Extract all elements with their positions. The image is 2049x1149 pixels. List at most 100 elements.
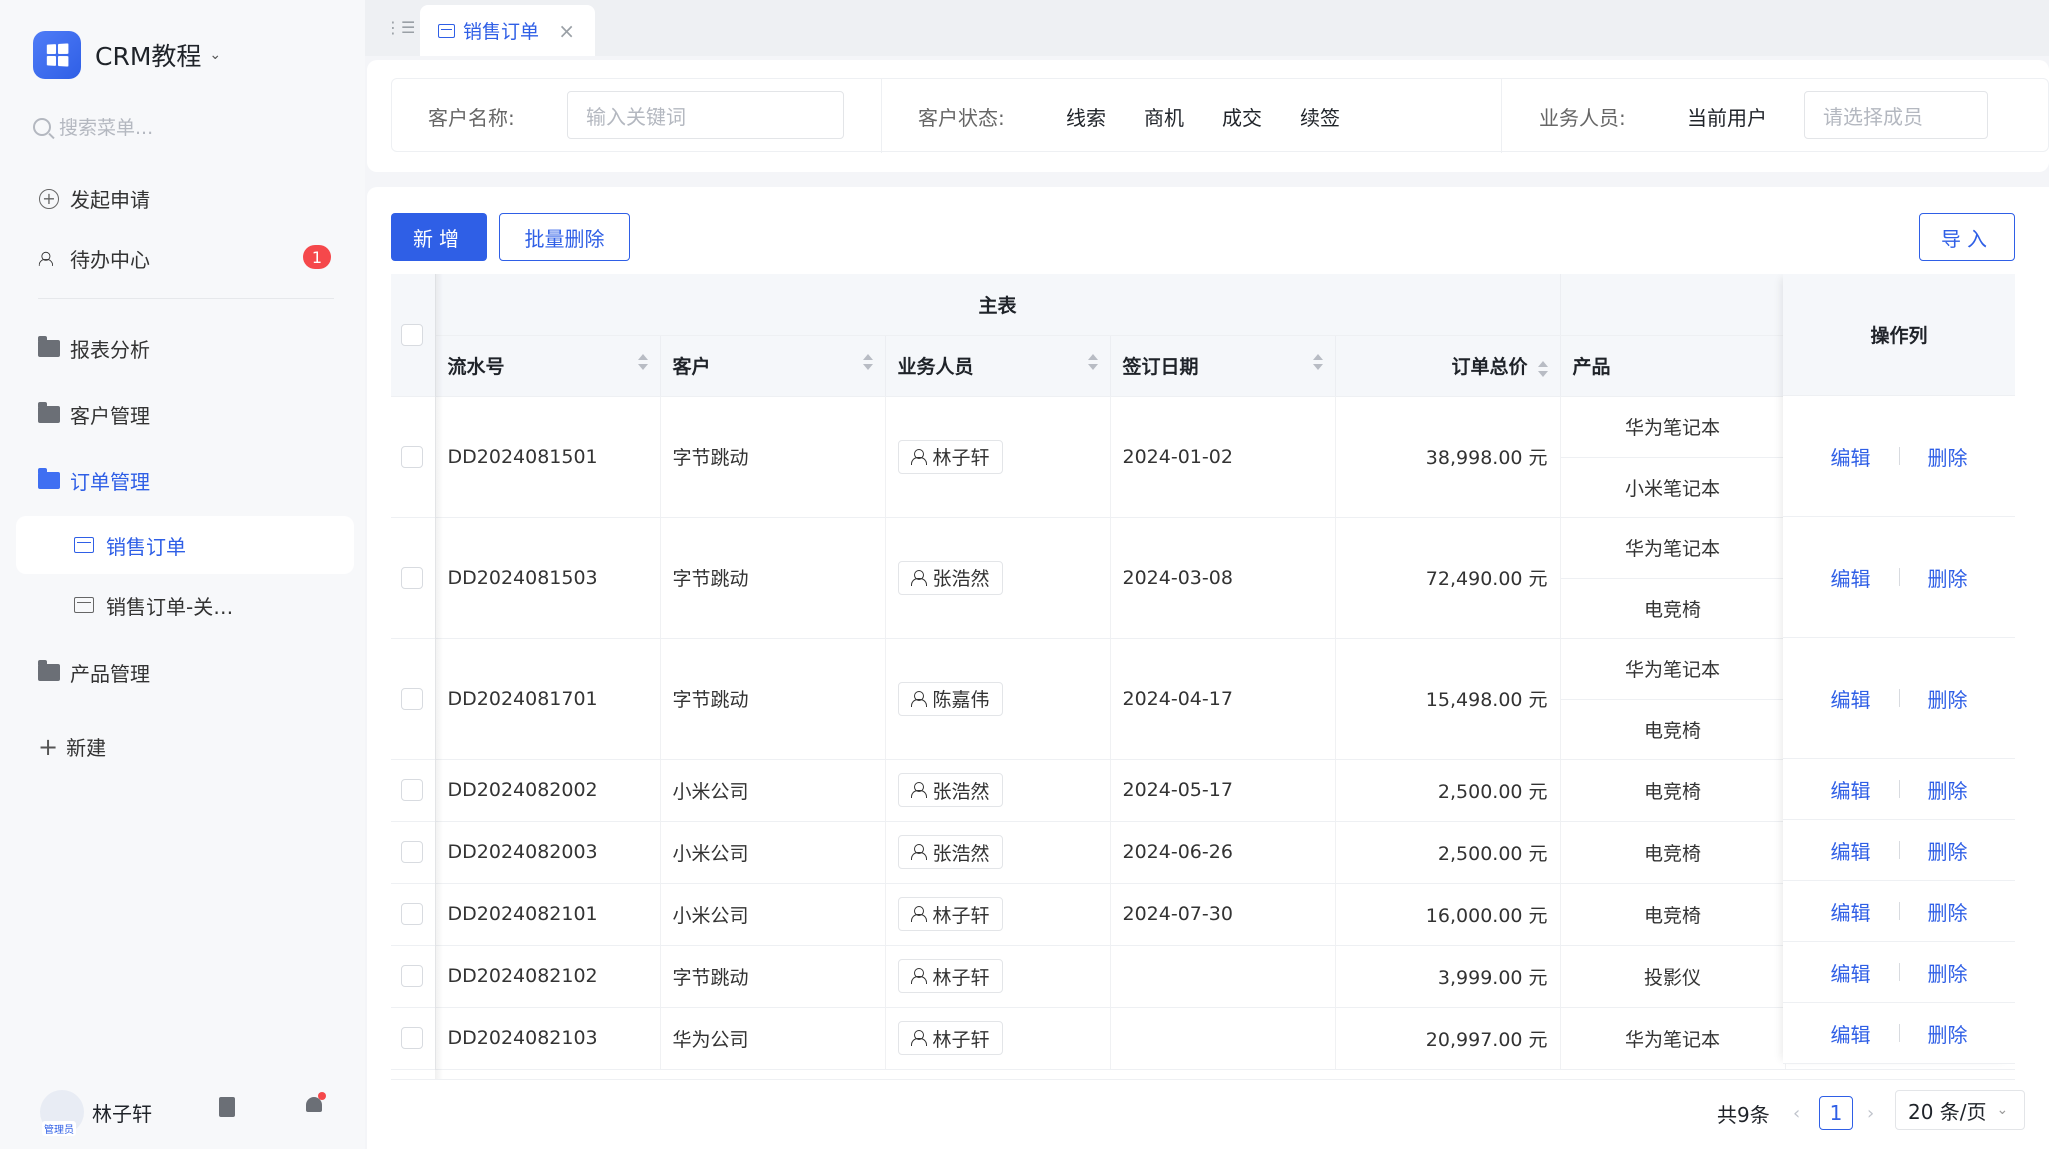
column-header-date[interactable]: 签订日期 xyxy=(1110,335,1336,397)
edit-link[interactable]: 编辑 xyxy=(1831,1019,1871,1048)
delete-link[interactable]: 删除 xyxy=(1928,442,1968,471)
sidebar-item-todo[interactable]: 待办中心 xyxy=(38,244,150,273)
row-checkbox[interactable] xyxy=(401,566,423,589)
delete-link[interactable]: 删除 xyxy=(1928,1019,1968,1048)
row-checkbox[interactable] xyxy=(401,687,423,710)
status-option-deal[interactable]: 成交 xyxy=(1222,79,1262,153)
sales-user-chip[interactable]: 林子轩 xyxy=(897,439,1003,474)
import-button[interactable]: 导入 xyxy=(1919,213,2015,261)
row-checkbox[interactable] xyxy=(401,965,423,988)
product-cell-value: 小米笔记本 xyxy=(1560,456,1785,517)
row-checkbox[interactable] xyxy=(401,1027,423,1050)
edit-link[interactable]: 编辑 xyxy=(1831,836,1871,865)
row-checkbox[interactable] xyxy=(401,445,423,468)
select-all-checkbox[interactable] xyxy=(401,324,423,346)
sales-user-chip[interactable]: 林子轩 xyxy=(897,897,1003,931)
delete-link[interactable]: 删除 xyxy=(1928,775,1968,804)
row-select-cell xyxy=(391,945,436,1008)
plus-icon: + xyxy=(38,732,59,761)
sidebar-item-sales-orders[interactable]: 销售订单 xyxy=(16,516,354,574)
product-cell-value: 华为笔记本 xyxy=(1625,538,1721,560)
edit-link[interactable]: 编辑 xyxy=(1831,442,1871,471)
bell-icon[interactable] xyxy=(304,1092,326,1117)
sort-icon[interactable] xyxy=(1312,354,1323,370)
sales-member-placeholder: 请选择成员 xyxy=(1823,104,1923,129)
delete-link[interactable]: 删除 xyxy=(1928,563,1968,592)
edit-link[interactable]: 编辑 xyxy=(1831,563,1871,592)
sales-member-select[interactable]: 请选择成员 xyxy=(1804,91,1988,139)
row-actions: 编辑 删除 xyxy=(1783,942,2015,1003)
status-option-opportunity[interactable]: 商机 xyxy=(1144,79,1184,153)
order-id-cell: DD2024082103 xyxy=(435,1007,661,1070)
order-id-cell: DD2024082102 xyxy=(435,945,661,1008)
row-select-cell xyxy=(391,821,436,884)
edit-link[interactable]: 编辑 xyxy=(1831,684,1871,713)
delete-link[interactable]: 删除 xyxy=(1928,836,1968,865)
product-cell: 电竞椅 xyxy=(1560,821,1786,884)
book-icon[interactable] xyxy=(219,1097,235,1117)
edit-link[interactable]: 编辑 xyxy=(1831,775,1871,804)
sales-user-chip[interactable]: 张浩然 xyxy=(897,560,1003,595)
sort-icon[interactable] xyxy=(637,354,648,370)
sidebar-item-label: 发起申请 xyxy=(70,188,150,212)
edit-link[interactable]: 编辑 xyxy=(1831,958,1871,987)
sidebar-item-apply[interactable]: + 发起申请 xyxy=(38,184,150,213)
card-icon xyxy=(74,597,94,613)
app-switcher[interactable]: CRM教程 ⌄ xyxy=(33,31,221,79)
date-cell: 2024-06-26 xyxy=(1110,821,1336,884)
delete-link[interactable]: 删除 xyxy=(1928,897,1968,926)
batch-delete-button[interactable]: 批量删除 xyxy=(499,213,630,261)
sidebar-item-customers[interactable]: 客户管理 xyxy=(38,400,150,429)
sidebar-new-label: 新建 xyxy=(66,736,107,760)
sales-cell: 林子轩 xyxy=(885,396,1111,518)
collapse-sidebar-icon[interactable]: ⋮☰ xyxy=(385,18,415,37)
sales-user-chip[interactable]: 陈嘉伟 xyxy=(897,681,1003,716)
table-row: DD2024082103 华为公司 林子轩 20,997.00 元 华为笔记本 xyxy=(391,1007,2015,1070)
menu-search[interactable]: 搜索菜单... xyxy=(33,113,153,140)
user-profile[interactable]: 管理员 林子轩 xyxy=(40,1090,152,1136)
row-checkbox[interactable] xyxy=(401,841,423,864)
sales-user-chip[interactable]: 张浩然 xyxy=(897,835,1003,869)
sales-user-chip[interactable]: 林子轩 xyxy=(897,1021,1003,1055)
card-icon xyxy=(438,23,455,38)
total-cell: 20,997.00 元 xyxy=(1335,1007,1561,1070)
column-header-customer[interactable]: 客户 xyxy=(660,335,886,397)
action-column-header: 操作列 xyxy=(1783,274,2015,396)
sort-icon[interactable] xyxy=(1087,354,1098,370)
row-checkbox[interactable] xyxy=(401,903,423,926)
sales-user-chip[interactable]: 张浩然 xyxy=(897,773,1003,807)
page-size-select[interactable]: 20 条/页 ⌄ xyxy=(1895,1090,2025,1130)
column-header-sales[interactable]: 业务人员 xyxy=(885,335,1111,397)
pagination-page-1[interactable]: 1 xyxy=(1819,1096,1853,1130)
customer-cell: 华为公司 xyxy=(660,1007,886,1070)
pagination-prev-icon[interactable]: ‹ xyxy=(1793,1093,1800,1133)
status-option-lead[interactable]: 线索 xyxy=(1066,79,1106,153)
sales-current-user[interactable]: 当前用户 xyxy=(1687,79,1767,153)
delete-link[interactable]: 删除 xyxy=(1928,684,1968,713)
tab-sales-orders[interactable]: 销售订单 × xyxy=(420,5,595,56)
sidebar-item-orders[interactable]: 订单管理 xyxy=(38,466,150,495)
row-actions: 编辑 删除 xyxy=(1783,517,2015,638)
sort-icon[interactable] xyxy=(862,354,873,370)
sales-person-label: 业务人员: xyxy=(1539,105,1626,130)
row-select-cell xyxy=(391,517,436,639)
sidebar-new-button[interactable]: + 新建 xyxy=(38,732,106,761)
column-header-total[interactable]: 订单总价 xyxy=(1335,335,1561,397)
row-checkbox[interactable] xyxy=(401,779,423,802)
delete-link[interactable]: 删除 xyxy=(1928,958,1968,987)
user-name: 林子轩 xyxy=(92,1101,152,1126)
sidebar-item-sales-orders-related[interactable]: 销售订单-关… xyxy=(16,576,354,634)
customer-name-input[interactable]: 输入关键词 xyxy=(567,91,844,139)
pagination-next-icon[interactable]: › xyxy=(1867,1093,1874,1133)
sales-user-chip[interactable]: 林子轩 xyxy=(897,959,1003,993)
edit-link[interactable]: 编辑 xyxy=(1831,897,1871,926)
close-icon[interactable]: × xyxy=(558,19,575,43)
sort-icon[interactable] xyxy=(1537,360,1548,377)
sidebar-item-products[interactable]: 产品管理 xyxy=(38,658,150,687)
total-cell: 2,500.00 元 xyxy=(1335,821,1561,884)
sidebar-item-reports[interactable]: 报表分析 xyxy=(38,334,150,363)
add-button[interactable]: 新增 xyxy=(391,213,487,261)
sales-user-name: 林子轩 xyxy=(932,1028,990,1051)
column-header-id[interactable]: 流水号 xyxy=(435,335,661,397)
status-option-renewal[interactable]: 续签 xyxy=(1300,79,1340,153)
